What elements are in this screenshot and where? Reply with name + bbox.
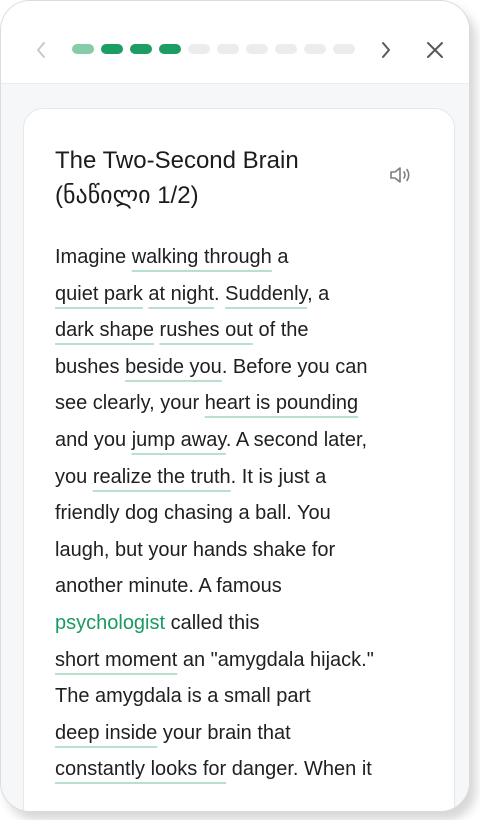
passage-line: laugh, but your hands shake for	[55, 532, 431, 569]
passage-text: called this	[165, 611, 260, 634]
vocab-phrase[interactable]: at night	[148, 283, 214, 305]
passage-text: laugh, but your hands shake for	[55, 538, 336, 561]
vocab-phrase[interactable]: Suddenly	[225, 283, 307, 305]
chevron-left-icon	[37, 42, 45, 58]
speaker-icon	[390, 167, 410, 183]
reading-passage: Imagine walking through a quiet park at …	[55, 239, 431, 788]
passage-text: see clearly, your	[55, 392, 205, 415]
phone-frame: The Two-Second Brain (ნაწილი 1/2) Imagin…	[0, 0, 470, 812]
lesson-title: The Two-Second Brain (ნაწილი 1/2)	[55, 143, 355, 213]
passage-text: of the	[252, 319, 309, 342]
passage-text: your brain that	[157, 721, 291, 744]
reading-card: The Two-Second Brain (ნაწილი 1/2) Imagin…	[23, 108, 455, 811]
passage-text: The amygdala is a small part	[55, 685, 311, 708]
vocab-phrase[interactable]: walking through	[132, 246, 272, 268]
passage-text: . It is just a	[230, 465, 327, 488]
progress-segment	[304, 44, 326, 54]
passage-text: danger. When it	[226, 758, 372, 781]
progress-segment	[275, 44, 297, 54]
lesson-title-line: The Two-Second Brain	[55, 147, 299, 174]
lesson-top-bar	[1, 1, 469, 84]
vocab-phrase[interactable]: jump away	[132, 429, 226, 451]
progress-segment	[159, 44, 181, 54]
audio-button[interactable]	[388, 163, 414, 187]
vocab-phrase[interactable]: short moment	[55, 649, 177, 671]
passage-text: you	[55, 465, 93, 488]
lesson-content: The Two-Second Brain (ნაწილი 1/2) Imagin…	[1, 84, 469, 811]
passage-text: a	[271, 246, 289, 268]
passage-line: quiet park at night. Suddenly, a	[55, 276, 431, 313]
passage-line: another minute. A famous	[55, 568, 431, 605]
progress-segment	[72, 44, 94, 54]
vocab-phrase[interactable]: heart is pounding	[205, 392, 358, 414]
lesson-title-part: (ნაწილი 1/2)	[55, 182, 199, 209]
vocab-phrase[interactable]: quiet park	[55, 283, 143, 305]
passage-line: dark shape rushes out of the	[55, 312, 431, 349]
passage-text: and you	[55, 428, 132, 451]
passage-text: , a	[307, 282, 330, 305]
passage-line: deep inside your brain that	[55, 715, 431, 752]
passage-line: The amygdala is a small part	[55, 678, 431, 715]
progress-segment	[217, 44, 239, 54]
progress-bar	[72, 44, 355, 54]
passage-line: bushes beside you. Before you can	[55, 349, 431, 386]
passage-line: see clearly, your heart is pounding	[55, 385, 431, 422]
vocab-phrase[interactable]: realize the truth	[93, 466, 231, 488]
passage-text: an "amygdala hijack."	[177, 648, 374, 671]
progress-segment	[333, 44, 355, 54]
passage-line: short moment an "amygdala hijack."	[55, 642, 431, 679]
progress-segment	[130, 44, 152, 54]
chevron-right-icon	[382, 42, 390, 58]
vocab-phrase[interactable]: beside you	[125, 356, 222, 378]
vocab-phrase[interactable]: deep inside	[55, 722, 157, 744]
passage-text: another minute. A famous	[55, 575, 282, 598]
vocab-phrase[interactable]: constantly looks for	[55, 758, 226, 780]
progress-segment	[188, 44, 210, 54]
passage-text: friendly dog chasing a ball. You	[55, 502, 331, 525]
passage-text: Imagine	[55, 246, 132, 268]
passage-line: psychologist called this	[55, 605, 431, 642]
vocab-phrase[interactable]: dark shape	[55, 319, 154, 341]
passage-text: . A second later,	[225, 428, 368, 451]
keyword-link[interactable]: psychologist	[55, 612, 165, 634]
next-button[interactable]	[374, 37, 398, 63]
passage-line: friendly dog chasing a ball. You	[55, 495, 431, 532]
vocab-phrase[interactable]: rushes out	[160, 319, 253, 341]
close-button[interactable]	[423, 37, 447, 63]
passage-text: . Before you can	[221, 355, 368, 378]
passage-line: constantly looks for danger. When it	[55, 751, 431, 788]
progress-segment	[101, 44, 123, 54]
close-icon	[427, 42, 443, 58]
progress-segment	[246, 44, 268, 54]
passage-line: and you jump away. A second later,	[55, 422, 431, 459]
passage-line: you realize the truth. It is just a	[55, 459, 431, 496]
passage-text: .	[214, 282, 226, 305]
previous-button[interactable]	[29, 37, 53, 63]
passage-text: bushes	[55, 355, 126, 378]
passage-line: Imagine walking through a	[55, 239, 431, 276]
